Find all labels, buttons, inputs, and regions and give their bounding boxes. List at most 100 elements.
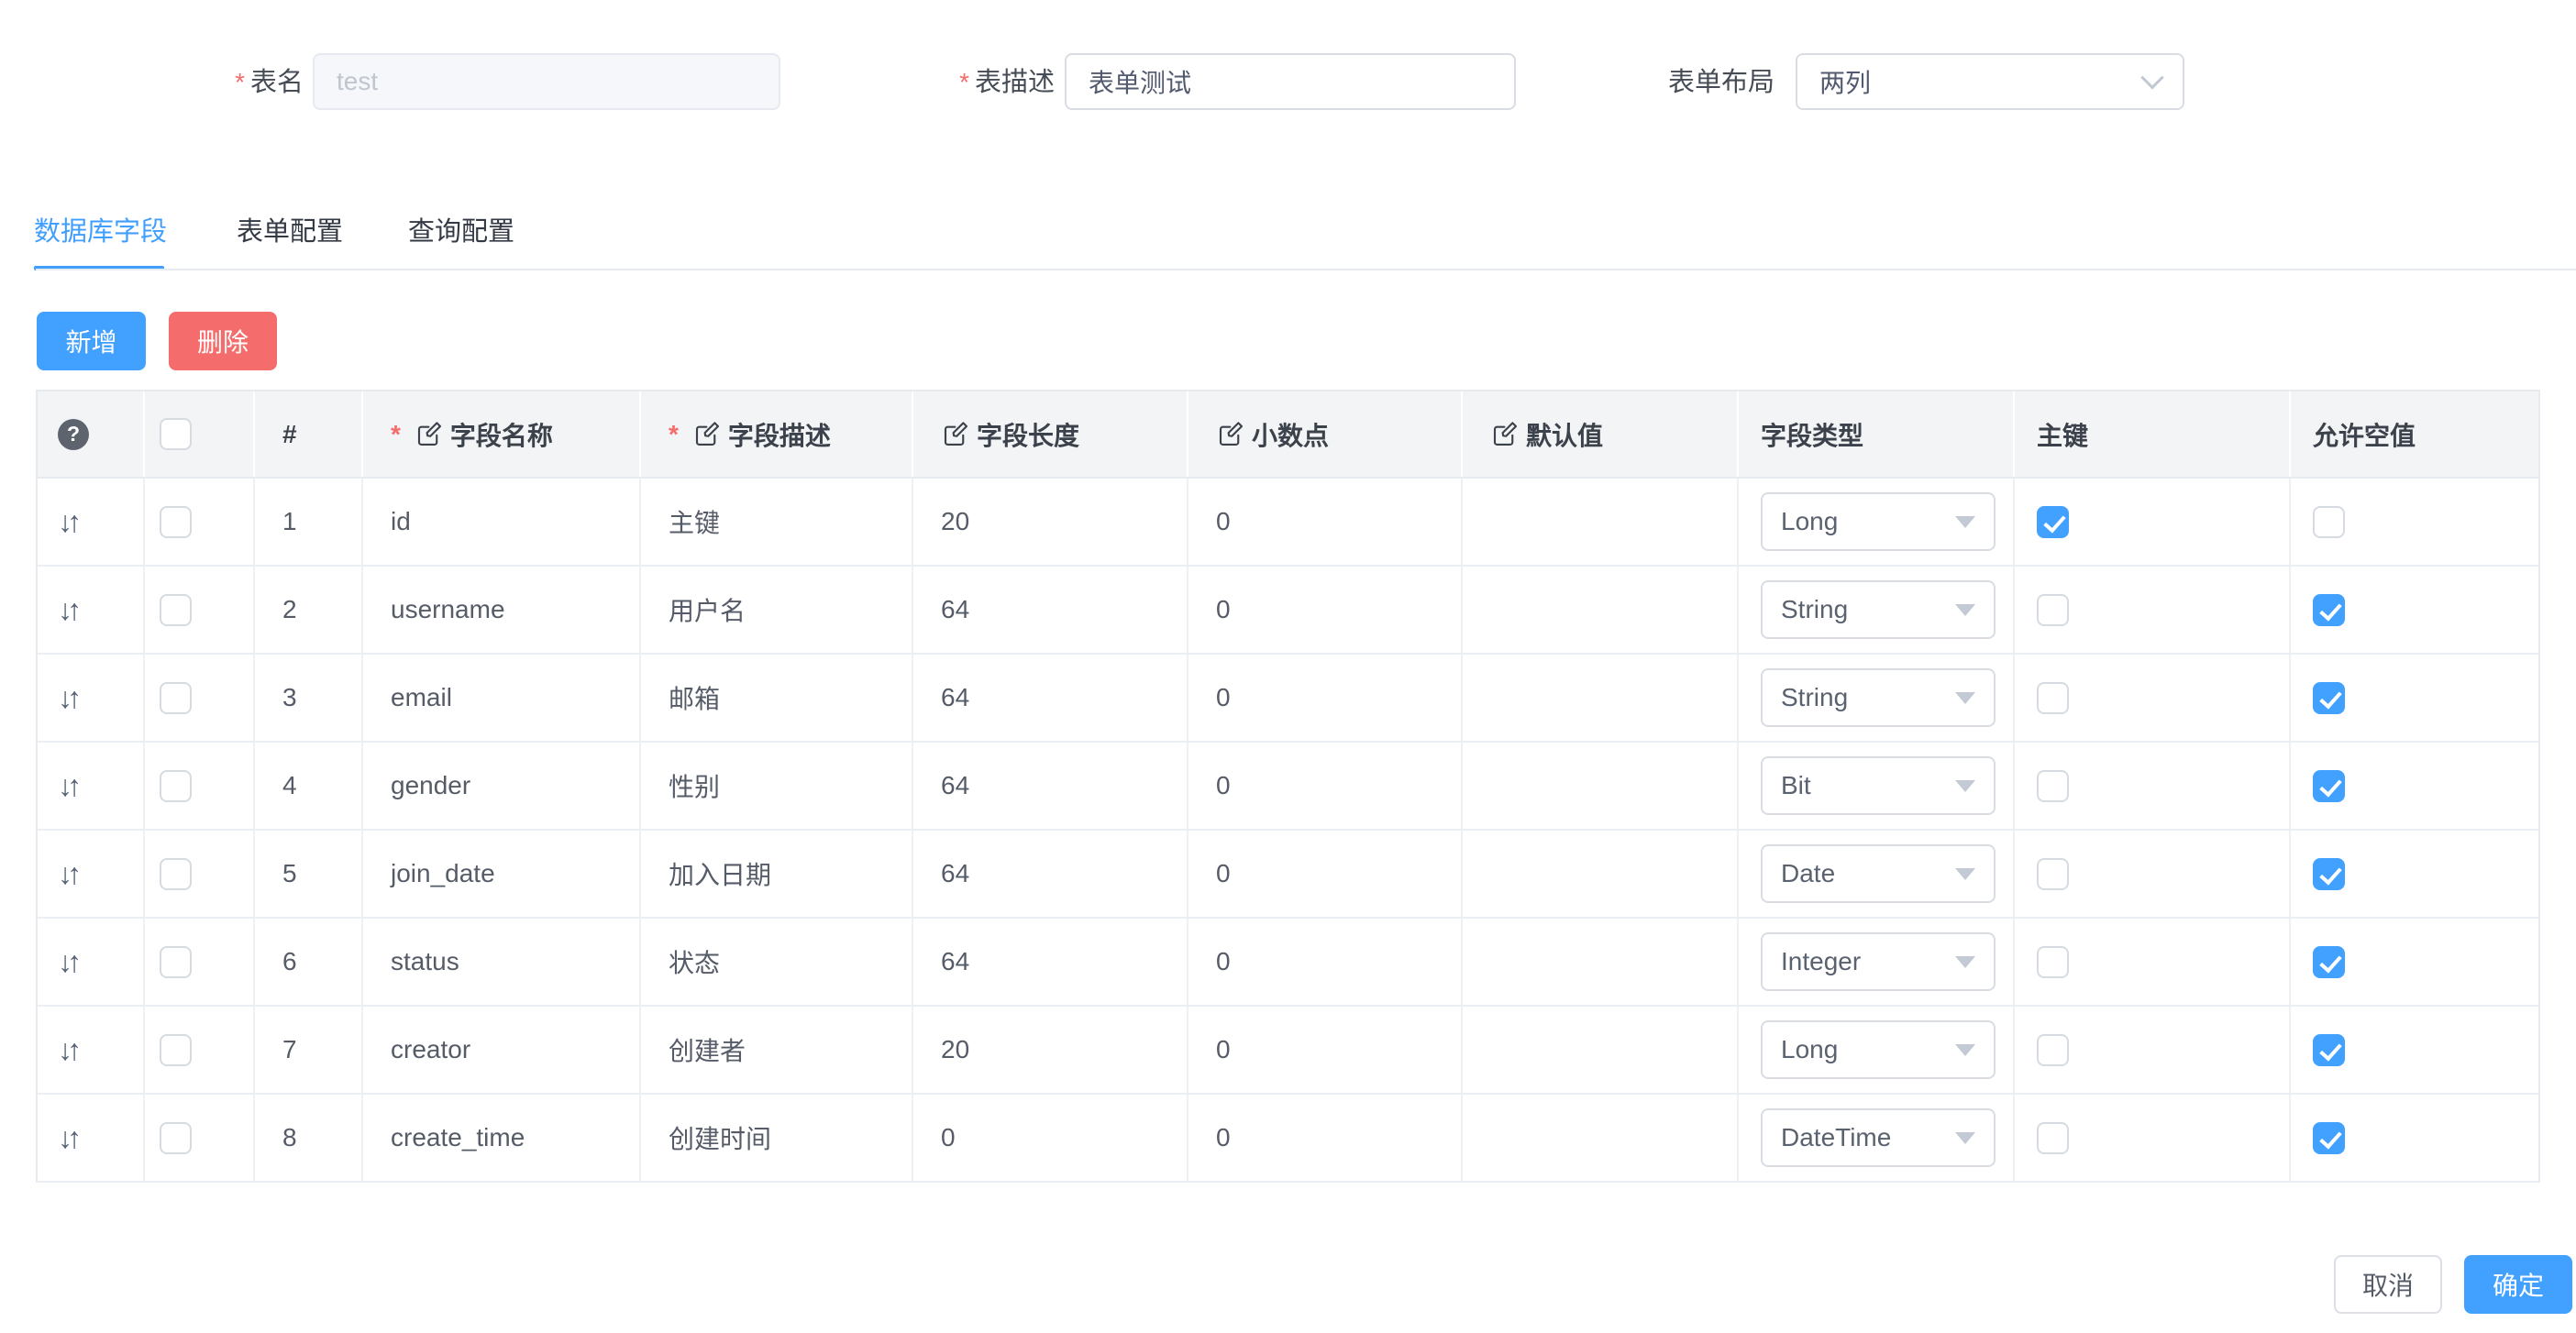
decimal-cell[interactable]: 0 [1216, 859, 1231, 888]
cancel-button[interactable]: 取消 [2334, 1255, 2442, 1314]
field-desc-cell[interactable]: 用户名 [669, 591, 746, 628]
header-cell-field-length: 字段长度 [913, 391, 1188, 477]
required-asterisk: * [391, 420, 401, 449]
primary-key-checkbox[interactable] [2037, 594, 2069, 626]
field-type-select[interactable]: Long [1761, 1020, 1996, 1079]
field-type-select[interactable]: DateTime [1761, 1108, 1996, 1167]
field-type-select[interactable]: Long [1761, 492, 1996, 551]
decimal-cell[interactable]: 0 [1216, 595, 1231, 624]
edit-icon [1216, 421, 1244, 448]
nullable-checkbox[interactable] [2313, 770, 2345, 802]
decimal-cell[interactable]: 0 [1216, 1035, 1231, 1064]
field-desc-cell[interactable]: 主键 [669, 503, 720, 540]
drag-sort-icon[interactable]: ↓↑ [58, 681, 76, 715]
field-type-value: Integer [1781, 947, 1861, 976]
field-name-cell[interactable]: gender [391, 771, 470, 800]
table-body: ↓↑ 1 id 主键 20 0 Long ↓↑ 2 username 用户名 6… [38, 479, 2538, 1183]
form-layout-select[interactable]: 两列 [1796, 53, 2184, 110]
field-name-cell[interactable]: join_date [391, 859, 495, 888]
primary-key-checkbox[interactable] [2037, 1034, 2069, 1066]
add-button[interactable]: 新增 [37, 312, 146, 370]
decimal-cell[interactable]: 0 [1216, 1123, 1231, 1152]
field-length-cell[interactable]: 64 [941, 683, 969, 712]
nullable-checkbox[interactable] [2313, 946, 2345, 978]
nullable-checkbox[interactable] [2313, 682, 2345, 714]
field-desc-cell[interactable]: 状态 [669, 943, 720, 980]
confirm-button[interactable]: 确定 [2464, 1255, 2572, 1314]
field-name-cell[interactable]: creator [391, 1035, 470, 1064]
field-name-cell[interactable]: create_time [391, 1123, 525, 1152]
required-asterisk: * [959, 68, 969, 96]
form-layout-value: 两列 [1819, 63, 1871, 100]
nullable-checkbox[interactable] [2313, 1034, 2345, 1066]
drag-sort-icon[interactable]: ↓↑ [58, 1033, 76, 1067]
header-cell-default: 默认值 [1463, 391, 1739, 477]
table-desc-label: *表描述 [844, 54, 1055, 111]
row-index: 1 [282, 507, 297, 536]
row-checkbox[interactable] [160, 594, 192, 626]
table-name-input[interactable]: test [313, 53, 780, 110]
drag-sort-icon[interactable]: ↓↑ [58, 1121, 76, 1155]
nullable-checkbox[interactable] [2313, 594, 2345, 626]
drag-sort-icon[interactable]: ↓↑ [58, 769, 76, 803]
field-desc-cell[interactable]: 创建时间 [669, 1119, 771, 1156]
decimal-cell[interactable]: 0 [1216, 947, 1231, 976]
decimal-cell[interactable]: 0 [1216, 683, 1231, 712]
caret-down-icon [1955, 780, 1975, 792]
decimal-cell[interactable]: 0 [1216, 771, 1231, 800]
primary-key-checkbox[interactable] [2037, 770, 2069, 802]
help-icon[interactable]: ? [58, 419, 89, 450]
field-length-cell[interactable]: 20 [941, 1035, 969, 1064]
fields-table: ? # * 字段名称 * 字段描述 字段长度 小数点 [36, 390, 2540, 1183]
row-checkbox[interactable] [160, 946, 192, 978]
field-length-cell[interactable]: 0 [941, 1123, 956, 1152]
field-type-select[interactable]: Integer [1761, 932, 1996, 991]
tab-form-config[interactable]: 表单配置 [237, 209, 343, 255]
tab-query-config[interactable]: 查询配置 [408, 209, 514, 255]
primary-key-checkbox[interactable] [2037, 858, 2069, 890]
row-checkbox[interactable] [160, 1034, 192, 1066]
row-checkbox[interactable] [160, 858, 192, 890]
table-desc-input[interactable]: 表单测试 [1065, 53, 1516, 110]
nullable-checkbox[interactable] [2313, 858, 2345, 890]
field-length-cell[interactable]: 64 [941, 859, 969, 888]
field-type-select[interactable]: Date [1761, 844, 1996, 903]
primary-key-checkbox[interactable] [2037, 506, 2069, 538]
primary-key-checkbox[interactable] [2037, 682, 2069, 714]
drag-sort-icon[interactable]: ↓↑ [58, 945, 76, 979]
field-type-select[interactable]: String [1761, 580, 1996, 639]
field-desc-cell[interactable]: 邮箱 [669, 679, 720, 716]
field-desc-cell[interactable]: 加入日期 [669, 855, 771, 892]
header-cell-primary-key: 主键 [2015, 391, 2291, 477]
field-type-select[interactable]: Bit [1761, 756, 1996, 815]
primary-key-checkbox[interactable] [2037, 946, 2069, 978]
caret-down-icon [1955, 516, 1975, 528]
primary-key-checkbox[interactable] [2037, 1122, 2069, 1154]
drag-sort-icon[interactable]: ↓↑ [58, 505, 76, 539]
select-all-checkbox[interactable] [160, 418, 192, 450]
field-type-select[interactable]: String [1761, 668, 1996, 727]
field-name-cell[interactable]: status [391, 947, 459, 976]
nullable-checkbox[interactable] [2313, 506, 2345, 538]
row-checkbox[interactable] [160, 1122, 192, 1154]
field-type-value: DateTime [1781, 1123, 1891, 1152]
drag-sort-icon[interactable]: ↓↑ [58, 593, 76, 627]
caret-down-icon [1955, 956, 1975, 968]
field-name-cell[interactable]: id [391, 507, 411, 536]
decimal-cell[interactable]: 0 [1216, 507, 1231, 536]
row-checkbox[interactable] [160, 770, 192, 802]
nullable-checkbox[interactable] [2313, 1122, 2345, 1154]
field-name-cell[interactable]: email [391, 683, 452, 712]
delete-button[interactable]: 删除 [169, 312, 277, 370]
drag-sort-icon[interactable]: ↓↑ [58, 857, 76, 891]
field-length-cell[interactable]: 20 [941, 507, 969, 536]
field-desc-cell[interactable]: 性别 [669, 767, 720, 804]
field-length-cell[interactable]: 64 [941, 771, 969, 800]
row-checkbox[interactable] [160, 506, 192, 538]
field-name-cell[interactable]: username [391, 595, 505, 624]
field-desc-cell[interactable]: 创建者 [669, 1031, 746, 1068]
field-length-cell[interactable]: 64 [941, 595, 969, 624]
row-checkbox[interactable] [160, 682, 192, 714]
tab-database-fields[interactable]: 数据库字段 [34, 209, 167, 255]
field-length-cell[interactable]: 64 [941, 947, 969, 976]
